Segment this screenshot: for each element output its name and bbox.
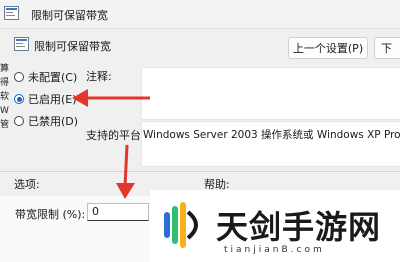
watermark-logo-icon — [164, 202, 198, 248]
tree-fragment-text: W — [0, 106, 9, 116]
bandwidth-limit-input[interactable]: 0 — [87, 203, 149, 221]
comment-label: 注释: — [86, 70, 112, 83]
platform-text: Windows Server 2003 操作系统或 Windows XP Pro… — [143, 129, 400, 141]
annotation-arrow-left-icon — [72, 89, 150, 107]
policy-setting-icon — [14, 37, 29, 51]
radio-label: 已启用(E) — [28, 93, 77, 106]
radio-enabled[interactable]: 已启用(E) — [14, 91, 77, 107]
next-setting-button[interactable]: 下 — [374, 37, 400, 59]
platform-label: 支持的平台: — [86, 129, 145, 142]
previous-setting-button[interactable]: 上一个设置(P) — [288, 37, 368, 59]
left-tree-fragment: 算 得 软 W 管 — [0, 62, 9, 182]
policy-editor-window: 限制可保留带宽 限制可保留带宽 上一个设置(P) 下 算 得 软 W 管 未配置… — [0, 0, 400, 262]
radio-circle-selected[interactable] — [14, 94, 24, 104]
radio-label: 已禁用(D) — [28, 115, 79, 128]
annotation-arrow-down-icon — [116, 144, 135, 199]
radio-circle[interactable] — [14, 116, 24, 126]
bandwidth-limit-label: 带宽限制 (%): — [15, 208, 86, 221]
title-divider — [0, 28, 400, 29]
radio-label: 未配置(C) — [28, 71, 78, 84]
tree-fragment-text: 管 — [0, 120, 10, 130]
radio-circle[interactable] — [14, 72, 24, 82]
setting-title: 限制可保留带宽 — [34, 40, 111, 53]
tree-fragment-text: 得 — [0, 78, 10, 88]
comment-textarea[interactable] — [141, 67, 400, 120]
section-divider — [0, 171, 400, 172]
tree-fragment-text: 软 — [0, 92, 10, 102]
radio-disabled[interactable]: 已禁用(D) — [14, 113, 78, 129]
radio-not-configured[interactable]: 未配置(C) — [14, 69, 77, 85]
watermark-url: tianjianB.com — [224, 245, 325, 255]
options-label: 选项: — [14, 178, 40, 191]
window-title: 限制可保留带宽 — [31, 9, 108, 22]
tree-fragment-text: 算 — [0, 64, 10, 74]
policy-app-icon — [4, 6, 19, 20]
title-bar: 限制可保留带宽 — [0, 0, 400, 28]
watermark: 天剑手游网 tianjianB.com — [150, 190, 400, 262]
watermark-text: 天剑手游网 — [216, 208, 382, 246]
